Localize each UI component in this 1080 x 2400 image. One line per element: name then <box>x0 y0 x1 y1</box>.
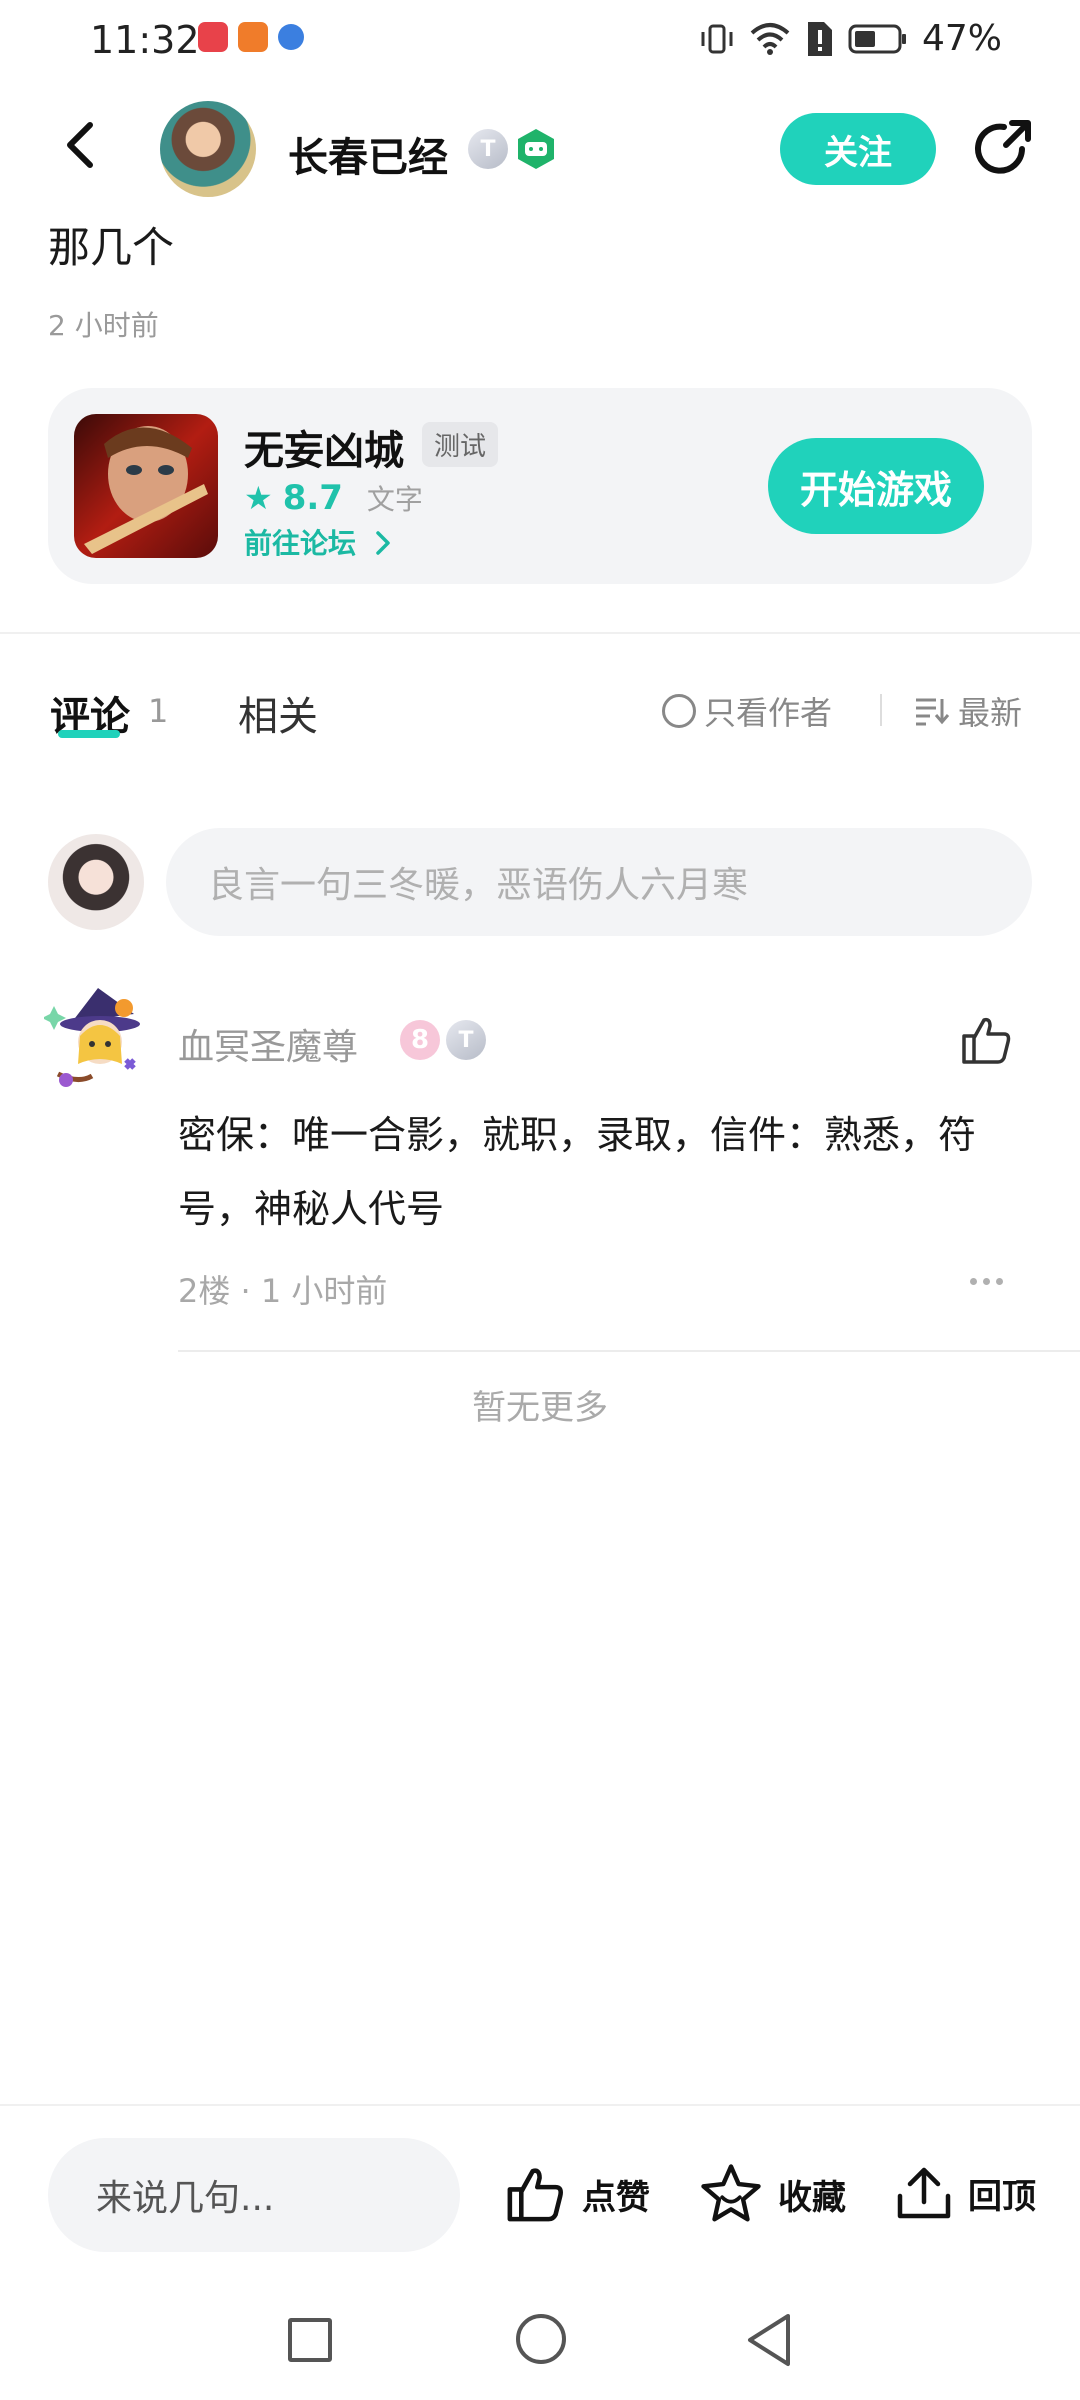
sim-alert-icon <box>807 21 832 56</box>
tab-related[interactable]: 相关 <box>238 684 318 742</box>
section-divider <box>0 632 1080 634</box>
status-time: 11:32 <box>90 18 200 62</box>
filter-divider <box>880 694 882 726</box>
recents-button[interactable] <box>288 2318 332 2362</box>
more-icon[interactable] <box>970 1278 1003 1285</box>
game-name[interactable]: 无妄凶城 <box>244 418 404 476</box>
game-status-tag: 测试 <box>422 422 499 467</box>
author-only-label: 只看作者 <box>704 694 833 732</box>
status-right: 47% <box>698 18 1002 59</box>
battery-percent: 47% <box>921 18 1002 59</box>
post-header: 长春已经 T 关注 <box>0 95 1080 205</box>
bottom-divider <box>0 2104 1080 2106</box>
share-icon[interactable] <box>970 115 1038 183</box>
game-type: 文字 <box>366 483 423 516</box>
active-tab-indicator <box>58 730 120 738</box>
notification-app-icon <box>198 22 228 52</box>
my-avatar <box>48 834 144 930</box>
rating-value: 8.7 <box>282 478 343 518</box>
commenter-avatar[interactable] <box>44 984 154 1094</box>
back-to-top-label: 回顶 <box>968 2176 1036 2217</box>
post-text: 那几个 <box>48 223 175 272</box>
notification-app-icon <box>238 22 268 52</box>
circle-icon <box>662 694 696 728</box>
author-avatar[interactable] <box>160 101 256 197</box>
rank-badge: T <box>446 1020 486 1060</box>
chevron-right-icon <box>376 531 390 555</box>
back-to-top-button[interactable]: 回顶 <box>894 2162 1036 2224</box>
upload-icon <box>897 2167 951 2219</box>
commenter-name[interactable]: 血冥圣魔尊 <box>178 1018 358 1070</box>
star-icon: ★ <box>244 479 273 517</box>
like-label: 点赞 <box>582 2177 650 2218</box>
comment-text: 密保：唯一合影，就职，录取，信件：熟悉，符号，神秘人代号 <box>178 1113 977 1231</box>
wifi-icon <box>750 22 790 55</box>
author-name[interactable]: 长春已经 <box>288 125 448 183</box>
gamer-badge-icon <box>518 129 554 169</box>
sort-icon <box>916 698 950 726</box>
list-end-text: 暂无更多 <box>472 1388 608 1428</box>
thumbs-up-icon <box>507 2168 563 2222</box>
author-only-toggle[interactable]: 只看作者 <box>662 688 832 734</box>
game-cover-image <box>74 414 218 558</box>
sort-label: 最新 <box>958 694 1023 732</box>
game-card[interactable]: 无妄凶城 测试 ★ 8.7 文字 前往论坛 开始游戏 <box>48 388 1032 584</box>
battery-icon <box>848 24 906 53</box>
like-button[interactable]: 点赞 <box>502 2162 650 2226</box>
forum-link-label: 前往论坛 <box>244 527 357 560</box>
status-app-icons <box>198 22 304 52</box>
system-back-icon[interactable] <box>742 2310 798 2370</box>
comments-count: 1 <box>148 692 169 730</box>
start-game-button[interactable]: 开始游戏 <box>768 438 984 534</box>
post-time: 2 小时前 <box>48 309 159 342</box>
favorite-label: 收藏 <box>778 2177 846 2218</box>
vibrate-icon <box>701 24 733 53</box>
level-badge: 8 <box>400 1020 440 1060</box>
game-icon[interactable] <box>74 414 218 558</box>
status-bar: 11:32 47% <box>0 0 1080 80</box>
forum-link[interactable]: 前往论坛 <box>244 522 394 562</box>
comment-meta: 2楼 · 1 小时前 <box>178 1272 388 1310</box>
level-badge: T <box>468 129 508 169</box>
game-rating: ★ 8.7 文字 <box>244 478 423 518</box>
notification-app-icon <box>278 24 304 50</box>
home-button[interactable] <box>516 2314 566 2364</box>
comment-divider <box>178 1350 1080 1352</box>
favorite-button[interactable]: 收藏 <box>698 2162 846 2226</box>
thumbs-up-icon[interactable] <box>958 1012 1014 1068</box>
comment-input[interactable]: 良言一句三冬暖，恶语伤人六月寒 <box>166 828 1032 936</box>
back-icon[interactable] <box>52 115 112 175</box>
favorite-icon <box>701 2164 761 2222</box>
bottom-comment-input[interactable]: 来说几句... <box>48 2138 460 2252</box>
follow-button[interactable]: 关注 <box>780 113 936 185</box>
system-navigation <box>0 2300 1080 2400</box>
sort-selector[interactable]: 最新 <box>914 688 1022 734</box>
